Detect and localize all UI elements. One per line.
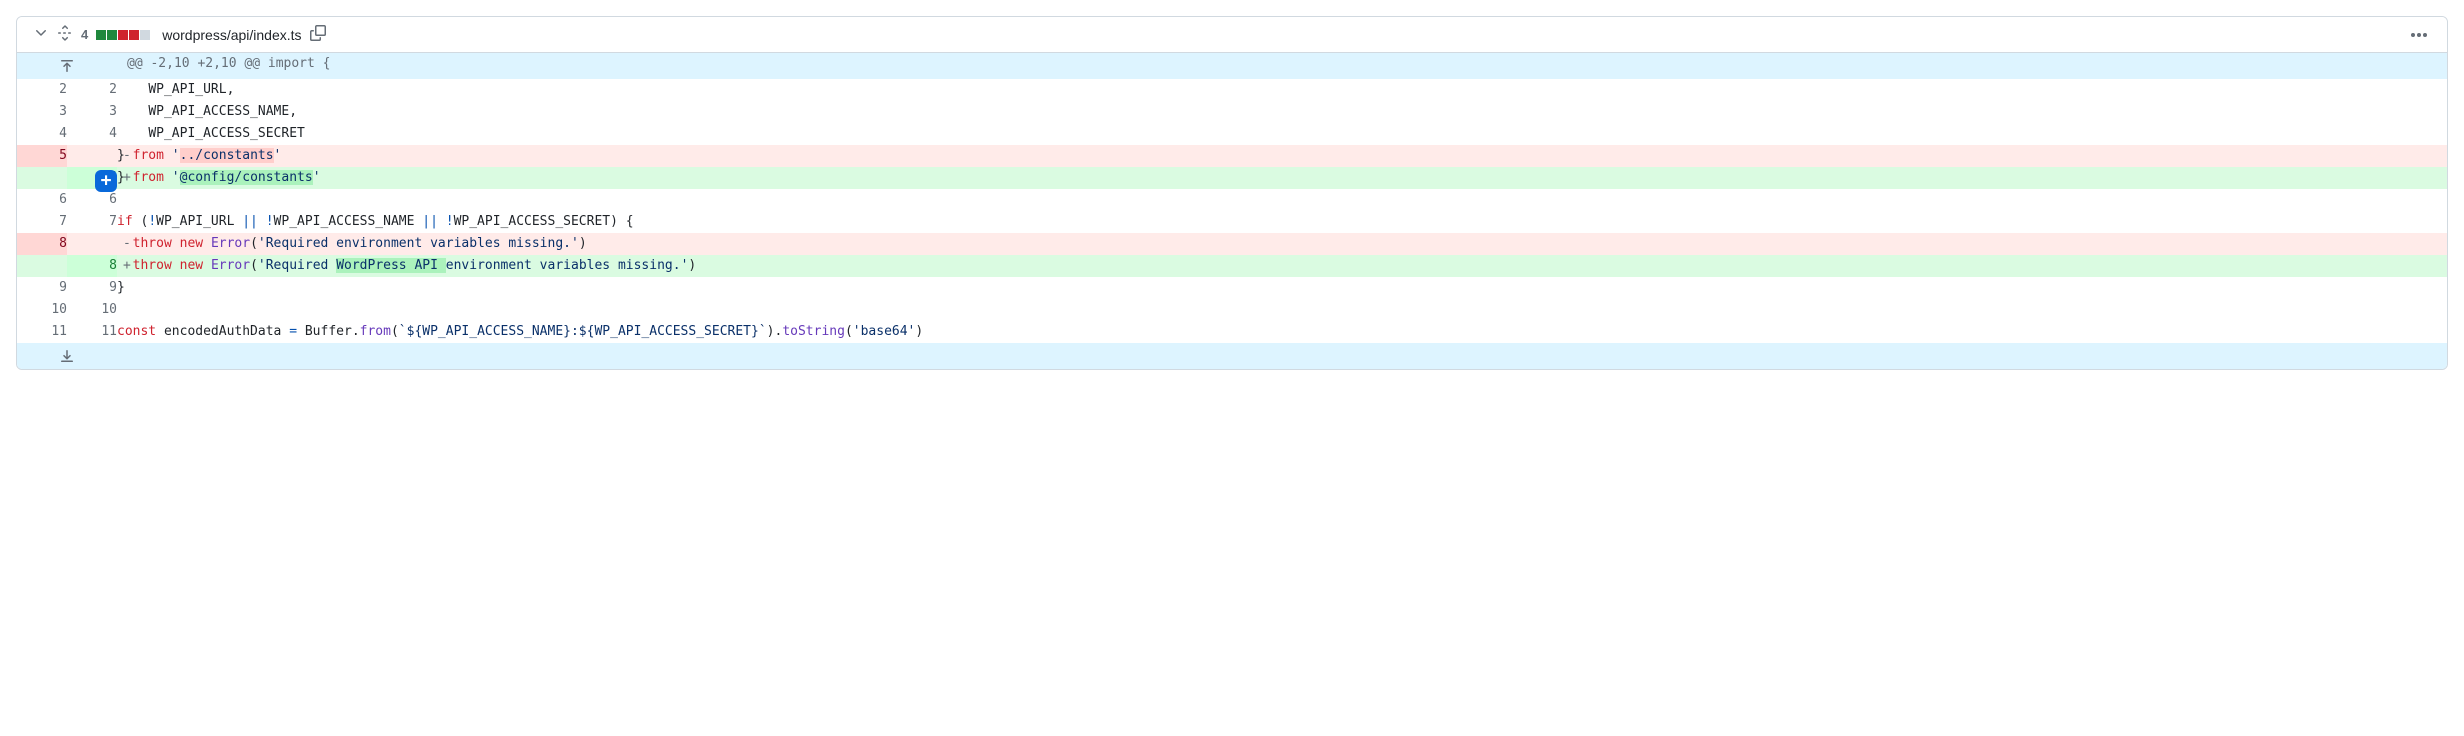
line-code[interactable]: ++} from '@config/constants' (117, 167, 2447, 189)
new-line-number[interactable]: 2 (67, 79, 117, 101)
diff-line-deletion: 8 - throw new Error('Required environment… (17, 233, 2447, 255)
diff-block-added (107, 30, 117, 40)
line-code[interactable]: -} from '../constants' (117, 145, 2447, 167)
diff-line-context: 66 (17, 189, 2447, 211)
expand-down-button[interactable] (17, 343, 117, 369)
old-line-number (17, 167, 67, 189)
diff-line-context: 99 } (17, 277, 2447, 299)
old-line-number[interactable]: 4 (17, 123, 67, 145)
fold-down-icon (59, 348, 75, 364)
add-comment-button[interactable]: + (95, 170, 117, 192)
file-header-left: 4 wordpress/api/index.ts (33, 25, 326, 44)
diff-line-context: 1111 const encodedAuthData = Buffer.from… (17, 321, 2447, 343)
expand-spacer (117, 343, 2447, 369)
diff-block-deleted (118, 30, 128, 40)
line-code[interactable]: const encodedAuthData = Buffer.from(`${W… (117, 321, 2447, 343)
old-line-number[interactable]: 3 (17, 101, 67, 123)
line-code[interactable] (117, 189, 2447, 211)
line-code[interactable] (117, 299, 2447, 321)
old-line-number[interactable]: 7 (17, 211, 67, 233)
new-line-number[interactable]: 3 (67, 101, 117, 123)
diff-line-addition: 5++} from '@config/constants' (17, 167, 2447, 189)
expand-all-button[interactable] (57, 25, 73, 44)
new-line-number[interactable]: 11 (67, 321, 117, 343)
diff-line-context: 22 WP_API_URL, (17, 79, 2447, 101)
file-path[interactable]: wordpress/api/index.ts (162, 27, 301, 43)
diff-block-neutral (140, 30, 150, 40)
diff-block-added (96, 30, 106, 40)
diff-line-addition: 8+ throw new Error('Required WordPress A… (17, 255, 2447, 277)
line-code[interactable]: - throw new Error('Required environment … (117, 233, 2447, 255)
old-line-number[interactable]: 2 (17, 79, 67, 101)
diff-table-footer (17, 343, 2447, 369)
diff-line-deletion: 5 -} from '../constants' (17, 145, 2447, 167)
old-line-number[interactable]: 6 (17, 189, 67, 211)
copy-path-button[interactable] (310, 25, 326, 44)
file-header: 4 wordpress/api/index.ts (17, 17, 2447, 53)
collapse-toggle[interactable] (33, 25, 49, 44)
diff-line-context: 44 WP_API_ACCESS_SECRET (17, 123, 2447, 145)
fold-up-icon (59, 58, 75, 74)
unfold-icon (57, 25, 73, 41)
diff-table: @@ -2,10 +2,10 @@ import { 22 WP_API_URL… (17, 53, 2447, 343)
file-menu-button[interactable] (2407, 29, 2431, 41)
old-line-number[interactable]: 11 (17, 321, 67, 343)
kebab-icon (2411, 33, 2415, 37)
new-line-number[interactable]: 9 (67, 277, 117, 299)
diff-line-context: 33 WP_API_ACCESS_NAME, (17, 101, 2447, 123)
new-line-number[interactable]: 4 (67, 123, 117, 145)
diff-line-context: 1010 (17, 299, 2447, 321)
copy-icon (310, 25, 326, 41)
new-line-number[interactable]: 8 (67, 255, 117, 277)
line-code[interactable]: } (117, 277, 2447, 299)
line-code[interactable]: WP_API_ACCESS_NAME, (117, 101, 2447, 123)
kebab-icon (2417, 33, 2421, 37)
line-code[interactable]: if (!WP_API_URL || !WP_API_ACCESS_NAME |… (117, 211, 2447, 233)
new-line-number (67, 233, 117, 255)
new-line-number[interactable]: 10 (67, 299, 117, 321)
old-line-number (17, 255, 67, 277)
diffstat-blocks (96, 30, 150, 40)
old-line-number[interactable]: 9 (17, 277, 67, 299)
change-count: 4 (81, 27, 88, 42)
line-code[interactable]: + throw new Error('Required WordPress AP… (117, 255, 2447, 277)
chevron-down-icon (33, 25, 49, 41)
expand-up-button[interactable] (17, 53, 117, 79)
old-line-number[interactable]: 10 (17, 299, 67, 321)
diff-line-context: 77 if (!WP_API_URL || !WP_API_ACCESS_NAM… (17, 211, 2447, 233)
diff-marker (123, 299, 131, 321)
hunk-header-row: @@ -2,10 +2,10 @@ import { (17, 53, 2447, 79)
new-line-number[interactable]: 6 (67, 189, 117, 211)
expand-down-row (17, 343, 2447, 369)
old-line-number[interactable]: 8 (17, 233, 67, 255)
line-code[interactable]: WP_API_ACCESS_SECRET (117, 123, 2447, 145)
diff-marker (123, 189, 131, 211)
old-line-number[interactable]: 5 (17, 145, 67, 167)
hunk-header-text: @@ -2,10 +2,10 @@ import { (117, 53, 2447, 79)
new-line-number[interactable]: 7 (67, 211, 117, 233)
kebab-icon (2423, 33, 2427, 37)
diff-file-container: 4 wordpress/api/index.ts (16, 16, 2448, 370)
diff-block-deleted (129, 30, 139, 40)
line-code[interactable]: WP_API_URL, (117, 79, 2447, 101)
new-line-number (67, 145, 117, 167)
